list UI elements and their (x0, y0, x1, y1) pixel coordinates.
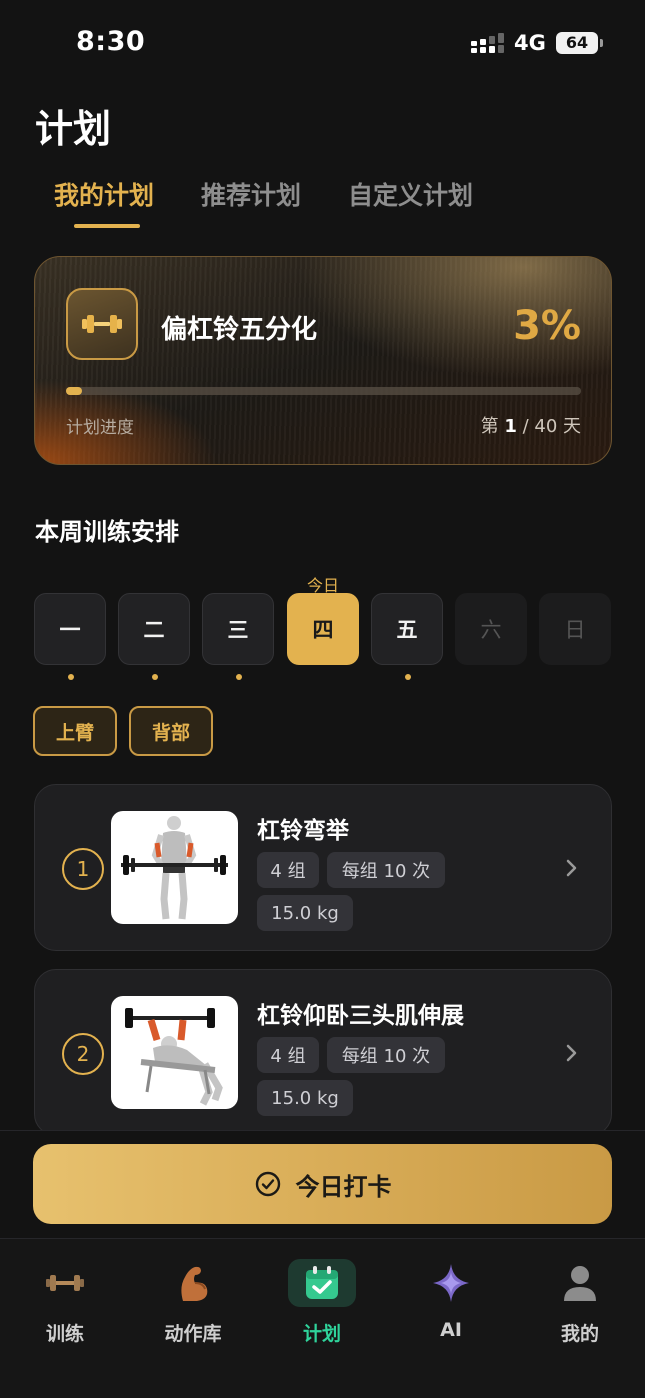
plan-percent: 3% (513, 303, 581, 349)
plan-progress-label: 计划进度 (66, 418, 134, 438)
day-prefix: 第 (480, 416, 505, 437)
page-title: 计划 (35, 107, 112, 151)
network-type: 4G (514, 31, 546, 55)
checkin-label: 今日打卡 (295, 1172, 392, 1201)
tabbar-ai[interactable]: AI (396, 1259, 506, 1341)
dumbbell-icon (31, 1259, 99, 1307)
tab-indicator (74, 224, 140, 228)
current-plan-card[interactable]: 偏杠铃五分化 3% 计划进度 第 1 / 40 天 (34, 256, 612, 465)
tabbar-exercise-library[interactable]: 动作库 (138, 1259, 248, 1346)
training-dot (152, 674, 158, 680)
exercise-weight: 15.0 kg (257, 895, 353, 931)
training-dot (68, 674, 74, 680)
bottom-tab-bar: 训练 动作库 计划 AI 我的 (0, 1238, 645, 1398)
status-time: 8:30 (76, 26, 146, 57)
day-mon[interactable]: 一 (34, 593, 106, 680)
dumbbell-icon (66, 288, 138, 360)
plan-progress-fill (66, 387, 82, 395)
chevron-right-icon[interactable] (559, 855, 585, 881)
day-tue[interactable]: 二 (118, 593, 190, 680)
day-label: 一 (59, 618, 81, 642)
day-label: 日 (564, 618, 586, 642)
lying-triceps-extension-figure (111, 996, 238, 1109)
day-sun[interactable]: 日 (539, 593, 611, 665)
exercise-sets: 4 组 (257, 852, 319, 888)
plan-progress-bar (66, 387, 581, 395)
plan-day-counter: 第 1 / 40 天 (481, 412, 581, 438)
week-schedule-title: 本周训练安排 (35, 518, 179, 546)
day-total: / 40 天 (516, 416, 581, 437)
exercise-reps: 每组 10 次 (327, 852, 445, 888)
training-dot (236, 674, 242, 680)
plan-name: 偏杠铃五分化 (161, 315, 318, 345)
check-circle-icon (255, 1171, 280, 1197)
tab-custom-plan[interactable]: 自定义计划 (348, 176, 473, 212)
exercise-index: 1 (62, 848, 104, 890)
day-sat[interactable]: 六 (455, 593, 527, 665)
exercise-name: 杠铃弯举 (257, 818, 349, 844)
exercise-reps: 每组 10 次 (327, 1037, 445, 1073)
muscle-tag-back[interactable]: 背部 (129, 706, 213, 756)
day-label: 六 (480, 618, 502, 642)
barbell-curl-figure (111, 811, 238, 924)
person-icon (546, 1259, 614, 1307)
chevron-right-icon[interactable] (559, 1040, 585, 1066)
tab-recommended-plan[interactable]: 推荐计划 (201, 176, 301, 212)
battery-indicator: 64 (556, 32, 603, 54)
bicep-icon (159, 1259, 227, 1307)
current-day: 1 (504, 416, 517, 437)
week-day-selector: 一 二 三 四 五 六 日 (34, 593, 612, 683)
tabbar-label: 我的 (560, 1323, 599, 1345)
training-dot (405, 674, 411, 680)
day-thu[interactable]: 四 (287, 593, 359, 665)
tab-my-plan[interactable]: 我的计划 (54, 176, 154, 212)
tabbar-profile[interactable]: 我的 (525, 1259, 635, 1346)
signal-icon (471, 33, 504, 53)
tabbar-label: 动作库 (164, 1323, 222, 1345)
exercise-index: 2 (62, 1033, 104, 1075)
day-wed[interactable]: 三 (202, 593, 274, 680)
daily-checkin-button[interactable]: 今日打卡 (33, 1144, 612, 1224)
calendar-check-icon (288, 1259, 356, 1307)
tabbar-training[interactable]: 训练 (10, 1259, 120, 1346)
day-label: 五 (396, 618, 418, 642)
day-label: 四 (312, 618, 334, 642)
tabbar-label: 计划 (302, 1323, 341, 1345)
day-label: 二 (143, 618, 165, 642)
tabbar-plan[interactable]: 计划 (267, 1259, 377, 1346)
day-label: 三 (227, 618, 249, 642)
exercise-card[interactable]: 2 杠铃仰卧三头肌伸展 4 组 每组 10 次 15.0 kg (34, 969, 612, 1136)
tabbar-label: AI (440, 1319, 462, 1341)
status-bar: 8:30 4G 64 (0, 0, 645, 86)
exercise-name: 杠铃仰卧三头肌伸展 (257, 1003, 464, 1029)
exercise-weight: 15.0 kg (257, 1080, 353, 1116)
tabbar-label: 训练 (45, 1323, 84, 1345)
day-fri[interactable]: 五 (371, 593, 443, 680)
muscle-tag-upper-arm[interactable]: 上臂 (33, 706, 117, 756)
sparkle-icon (417, 1259, 485, 1307)
exercise-sets: 4 组 (257, 1037, 319, 1073)
exercise-card[interactable]: 1 杠铃弯举 4 组 每组 10 次 15.0 kg (34, 784, 612, 951)
